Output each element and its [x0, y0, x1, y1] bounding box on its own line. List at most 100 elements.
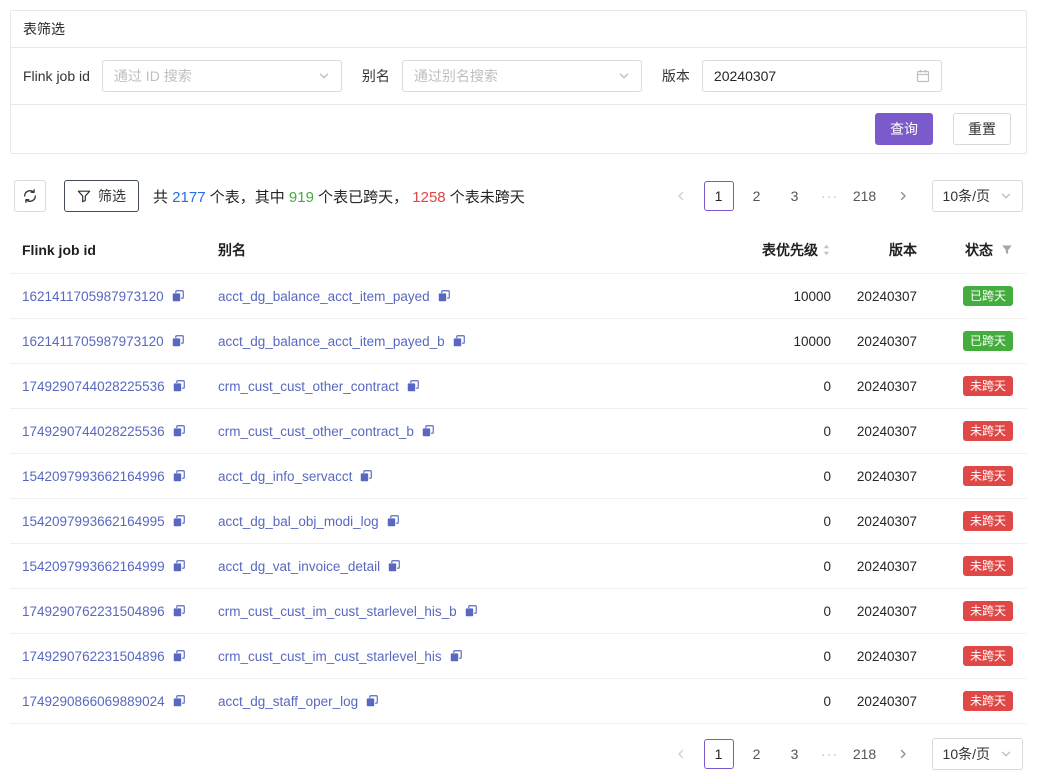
job-id-link[interactable]: 1621411705987973120 — [22, 334, 164, 349]
table-row: 1621411705987973120 acct_dg_balance_acct… — [10, 319, 1027, 364]
status-cell: 已跨天 — [917, 286, 1013, 306]
job-id-cell: 1749290762231504896 — [22, 604, 218, 619]
summary-part: 个表，其中 — [206, 189, 289, 206]
version-cell: 20240307 — [831, 604, 917, 619]
copy-icon[interactable] — [172, 604, 186, 618]
alias-link[interactable]: crm_cust_cust_im_cust_starlevel_his_b — [218, 604, 457, 619]
alias-cell: crm_cust_cust_other_contract — [218, 379, 721, 394]
alias-link[interactable]: acct_dg_balance_acct_item_payed_b — [218, 334, 445, 349]
copy-icon[interactable] — [452, 334, 466, 348]
pagination-top: 1 2 3 ··· 218 10条/页 — [666, 180, 1023, 212]
job-id-link[interactable]: 1749290866069889024 — [22, 694, 165, 709]
job-id-link[interactable]: 1542097993662164996 — [22, 469, 165, 484]
copy-icon[interactable] — [171, 289, 185, 303]
summary-text: 共 2177 个表，其中 919 个表已跨天， 1258 个表未跨天 — [153, 186, 525, 207]
refresh-button[interactable] — [14, 180, 46, 212]
page-size-select[interactable]: 10条/页 — [932, 180, 1023, 212]
job-id-link[interactable]: 1749290744028225536 — [22, 379, 165, 394]
job-id-cell: 1542097993662164996 — [22, 469, 218, 484]
alias-link[interactable]: acct_dg_balance_acct_item_payed — [218, 289, 430, 304]
column-header-alias: 别名 — [218, 240, 721, 260]
copy-icon[interactable] — [172, 694, 186, 708]
copy-icon[interactable] — [387, 559, 401, 573]
uncrossed-count: 1258 — [412, 189, 445, 206]
job-id-link[interactable]: 1542097993662164999 — [22, 559, 165, 574]
copy-icon[interactable] — [421, 424, 435, 438]
job-id-select[interactable]: 通过 ID 搜索 — [102, 60, 342, 92]
column-header-priority[interactable]: 表优先级 — [721, 240, 831, 260]
query-button[interactable]: 查询 — [875, 113, 933, 145]
copy-icon[interactable] — [172, 424, 186, 438]
page-button-last[interactable]: 218 — [850, 739, 880, 769]
status-badge: 未跨天 — [963, 691, 1013, 711]
version-cell: 20240307 — [831, 289, 917, 304]
version-date-picker[interactable]: 20240307 — [702, 60, 942, 92]
alias-link[interactable]: acct_dg_info_servacct — [218, 469, 352, 484]
alias-link[interactable]: crm_cust_cust_other_contract_b — [218, 424, 414, 439]
job-id-label: Flink job id — [23, 68, 90, 84]
copy-icon[interactable] — [386, 514, 400, 528]
filter-button-label: 筛选 — [98, 186, 126, 206]
job-id-link[interactable]: 1621411705987973120 — [22, 289, 164, 304]
page-size-select[interactable]: 10条/页 — [932, 738, 1023, 770]
copy-icon[interactable] — [365, 694, 379, 708]
job-id-link[interactable]: 1749290762231504896 — [22, 649, 165, 664]
chevron-down-icon — [318, 70, 330, 82]
reset-button[interactable]: 重置 — [953, 113, 1011, 145]
copy-icon[interactable] — [464, 604, 478, 618]
filter-funnel-icon[interactable] — [1001, 244, 1013, 256]
priority-cell: 0 — [721, 424, 831, 439]
prev-page-button[interactable] — [666, 181, 696, 211]
copy-icon[interactable] — [172, 559, 186, 573]
job-id-link[interactable]: 1749290762231504896 — [22, 604, 165, 619]
copy-icon[interactable] — [437, 289, 451, 303]
alias-cell: crm_cust_cust_im_cust_starlevel_his — [218, 649, 721, 664]
job-id-cell: 1749290762231504896 — [22, 649, 218, 664]
copy-icon[interactable] — [172, 514, 186, 528]
alias-cell: acct_dg_balance_acct_item_payed_b — [218, 334, 721, 349]
job-id-link[interactable]: 1749290744028225536 — [22, 424, 165, 439]
prev-page-button[interactable] — [666, 739, 696, 769]
job-id-cell: 1749290866069889024 — [22, 694, 218, 709]
copy-icon[interactable] — [172, 649, 186, 663]
copy-icon[interactable] — [359, 469, 373, 483]
alias-link[interactable]: acct_dg_vat_invoice_detail — [218, 559, 380, 574]
next-page-button[interactable] — [888, 181, 918, 211]
copy-icon[interactable] — [171, 334, 185, 348]
status-badge: 未跨天 — [963, 556, 1013, 576]
copy-icon[interactable] — [406, 379, 420, 393]
alias-link[interactable]: crm_cust_cust_other_contract — [218, 379, 399, 394]
pagination-bottom: 1 2 3 ··· 218 10条/页 — [666, 738, 1023, 770]
column-header-status[interactable]: 状态 — [917, 240, 1013, 260]
status-cell: 未跨天 — [917, 466, 1013, 486]
chevron-right-icon — [897, 190, 909, 202]
copy-icon[interactable] — [449, 649, 463, 663]
copy-icon[interactable] — [172, 379, 186, 393]
alias-select[interactable]: 通过别名搜索 — [402, 60, 642, 92]
page-ellipsis[interactable]: ··· — [818, 188, 842, 204]
job-id-link[interactable]: 1542097993662164995 — [22, 514, 165, 529]
copy-icon[interactable] — [172, 469, 186, 483]
page-ellipsis[interactable]: ··· — [818, 746, 842, 762]
job-id-cell: 1542097993662164995 — [22, 514, 218, 529]
page-button-2[interactable]: 2 — [742, 181, 772, 211]
page-button-last[interactable]: 218 — [850, 181, 880, 211]
page-button-1[interactable]: 1 — [704, 181, 734, 211]
alias-link[interactable]: crm_cust_cust_im_cust_starlevel_his — [218, 649, 442, 664]
version-cell: 20240307 — [831, 559, 917, 574]
page-button-2[interactable]: 2 — [742, 739, 772, 769]
page-button-3[interactable]: 3 — [780, 739, 810, 769]
sort-icon[interactable] — [822, 243, 831, 257]
filter-card-title: 表筛选 — [11, 11, 1026, 48]
alias-link[interactable]: acct_dg_bal_obj_modi_log — [218, 514, 379, 529]
summary-part: 个表未跨天 — [446, 189, 525, 206]
page-button-1[interactable]: 1 — [704, 739, 734, 769]
filter-button[interactable]: 筛选 — [64, 180, 139, 212]
page-button-3[interactable]: 3 — [780, 181, 810, 211]
priority-cell: 0 — [721, 694, 831, 709]
filter-actions: 查询 重置 — [11, 105, 1026, 153]
next-page-button[interactable] — [888, 739, 918, 769]
job-id-cell: 1621411705987973120 — [22, 334, 218, 349]
filter-fields: Flink job id 通过 ID 搜索 别名 通过别名搜索 — [11, 48, 1026, 105]
alias-link[interactable]: acct_dg_staff_oper_log — [218, 694, 358, 709]
